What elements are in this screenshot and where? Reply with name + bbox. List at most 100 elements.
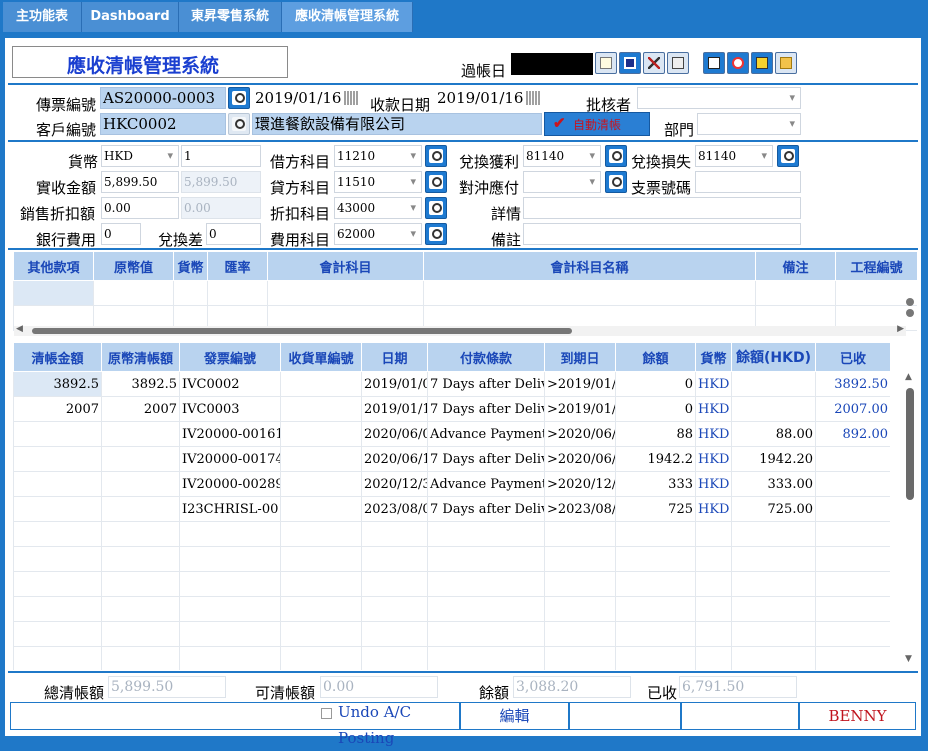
cell-grn-no[interactable]: [280, 471, 362, 497]
cell-date[interactable]: [361, 521, 428, 547]
cell-balance[interactable]: 0: [615, 371, 696, 397]
table-row[interactable]: [13, 521, 890, 547]
vertical-scrollbar[interactable]: [904, 282, 916, 322]
cell-payment-terms[interactable]: 7 Days after Delivery: [427, 446, 545, 472]
cell-balance-hkd[interactable]: [731, 396, 816, 422]
table-row[interactable]: IV20000-00161 2020/06/05Advance Payment>2…: [13, 421, 890, 447]
refresh-button[interactable]: [727, 52, 749, 74]
cell-invoice-no[interactable]: IVC0003: [179, 396, 281, 422]
cell-date[interactable]: [361, 621, 428, 647]
table-row[interactable]: [13, 596, 890, 622]
open-folder-button[interactable]: [775, 52, 797, 74]
cell-currency[interactable]: [695, 621, 732, 647]
cell-received[interactable]: [815, 521, 890, 547]
cheque-no-input[interactable]: [695, 171, 801, 193]
discount-lookup-button[interactable]: [425, 197, 447, 219]
col-payment-terms[interactable]: 付款條款: [427, 342, 545, 372]
discount-input[interactable]: 0.00: [101, 197, 179, 219]
cell-balance-hkd[interactable]: 88.00: [731, 421, 816, 447]
scroll-thumb[interactable]: [32, 328, 572, 334]
calendar-icon[interactable]: [344, 91, 358, 105]
credit-lookup-button[interactable]: [425, 171, 447, 193]
col-account[interactable]: 會計科目: [267, 251, 424, 281]
new-doc-button[interactable]: [595, 52, 617, 74]
cell-received[interactable]: 892.00: [815, 421, 890, 447]
cell-payment-terms[interactable]: 7 Days after Delivery: [427, 496, 545, 522]
col-orig-clear-amount[interactable]: 原幣清帳額: [101, 342, 180, 372]
expense-lookup-button[interactable]: [425, 223, 447, 245]
cell-clear-amount[interactable]: 3892.5: [13, 371, 102, 397]
cell-balance[interactable]: [615, 521, 696, 547]
cell-balance[interactable]: [615, 546, 696, 572]
exit-button[interactable]: [751, 52, 773, 74]
scroll-right-icon[interactable]: ▶: [897, 324, 904, 334]
cell-balance-hkd[interactable]: [731, 521, 816, 547]
cell-orig-clear-amount[interactable]: [101, 621, 180, 647]
cell-payment-terms[interactable]: 7 Days after Delivery: [427, 371, 545, 397]
scroll-up-icon[interactable]: ▲: [905, 372, 912, 382]
cell-balance[interactable]: 0: [615, 396, 696, 422]
currency-select[interactable]: HKD: [101, 145, 179, 167]
cell-currency[interactable]: HKD: [695, 496, 732, 522]
cell-date[interactable]: 2019/01/08: [361, 371, 428, 397]
col-note[interactable]: 備注: [755, 251, 836, 281]
col-other-items[interactable]: 其他款項: [13, 251, 94, 281]
cell-orig-clear-amount[interactable]: 2007: [101, 396, 180, 422]
cell-currency[interactable]: [695, 521, 732, 547]
cell-balance[interactable]: [615, 621, 696, 647]
table-row[interactable]: 3892.53892.5IVC00022019/01/087 Days afte…: [13, 371, 890, 397]
debit-lookup-button[interactable]: [425, 145, 447, 167]
cell-clear-amount[interactable]: 2007: [13, 396, 102, 422]
col-rate[interactable]: 匯率: [207, 251, 268, 281]
cell-date[interactable]: [361, 596, 428, 622]
cell-balance[interactable]: [615, 571, 696, 597]
cell-orig-clear-amount[interactable]: [101, 546, 180, 572]
cell-orig-clear-amount[interactable]: [101, 571, 180, 597]
cell-payment-terms[interactable]: [427, 596, 545, 622]
fx-gain-select[interactable]: 81140: [523, 145, 601, 167]
cell-clear-amount[interactable]: [13, 421, 102, 447]
fx-gain-lookup-button[interactable]: [605, 145, 627, 167]
cell-grn-no[interactable]: [280, 371, 362, 397]
credit-account-select[interactable]: 11510: [334, 171, 422, 193]
cell-grn-no[interactable]: [280, 596, 362, 622]
cell-balance-hkd[interactable]: 725.00: [731, 496, 816, 522]
calendar-icon[interactable]: [526, 91, 540, 105]
save-button[interactable]: [619, 52, 641, 74]
col-original-value[interactable]: 原幣值: [93, 251, 174, 281]
cell-grn-no[interactable]: [280, 621, 362, 647]
cell-currency[interactable]: HKD: [695, 446, 732, 472]
cell-invoice-no[interactable]: [179, 571, 281, 597]
cell-date[interactable]: 2020/12/30: [361, 471, 428, 497]
table-row[interactable]: [13, 621, 890, 647]
cell-grn-no[interactable]: [280, 396, 362, 422]
tab-ar-clearing[interactable]: 應收清帳管理系統: [282, 2, 413, 32]
scroll-left-icon[interactable]: ◀: [16, 324, 23, 334]
debit-account-select[interactable]: 11210: [334, 145, 422, 167]
col-currency[interactable]: 貨幣: [695, 342, 732, 372]
cell-grn-no[interactable]: [280, 646, 362, 670]
cell-date[interactable]: 2019/01/15: [361, 396, 428, 422]
cell-received[interactable]: [815, 596, 890, 622]
col-balance-hkd[interactable]: 餘額(HKD): [731, 342, 816, 372]
cell-clear-amount[interactable]: [13, 521, 102, 547]
undo-posting-checkbox[interactable]: [321, 708, 332, 719]
tab-retail-system[interactable]: 東昇零售系統: [179, 2, 282, 32]
posting-date-field[interactable]: [511, 53, 593, 75]
col-received[interactable]: 已收: [815, 342, 890, 372]
remark-input[interactable]: [523, 223, 801, 245]
cell-due-date[interactable]: >2019/01/22<: [544, 396, 616, 422]
cell-grn-no[interactable]: [280, 521, 362, 547]
table-row[interactable]: [13, 646, 890, 670]
cell-invoice-no[interactable]: [179, 596, 281, 622]
cell-balance[interactable]: 333: [615, 471, 696, 497]
col-clear-amount[interactable]: 清帳金額: [13, 342, 102, 372]
offset-lookup-button[interactable]: [605, 171, 627, 193]
cell-date[interactable]: [361, 571, 428, 597]
cell-grn-no[interactable]: [280, 571, 362, 597]
cell-balance-hkd[interactable]: 1942.20: [731, 446, 816, 472]
col-due-date[interactable]: 到期日: [544, 342, 616, 372]
cell-clear-amount[interactable]: [13, 596, 102, 622]
table-row[interactable]: I23CHRISL-0014 2023/08/037 Days after Del…: [13, 496, 890, 522]
cell-clear-amount[interactable]: [13, 471, 102, 497]
